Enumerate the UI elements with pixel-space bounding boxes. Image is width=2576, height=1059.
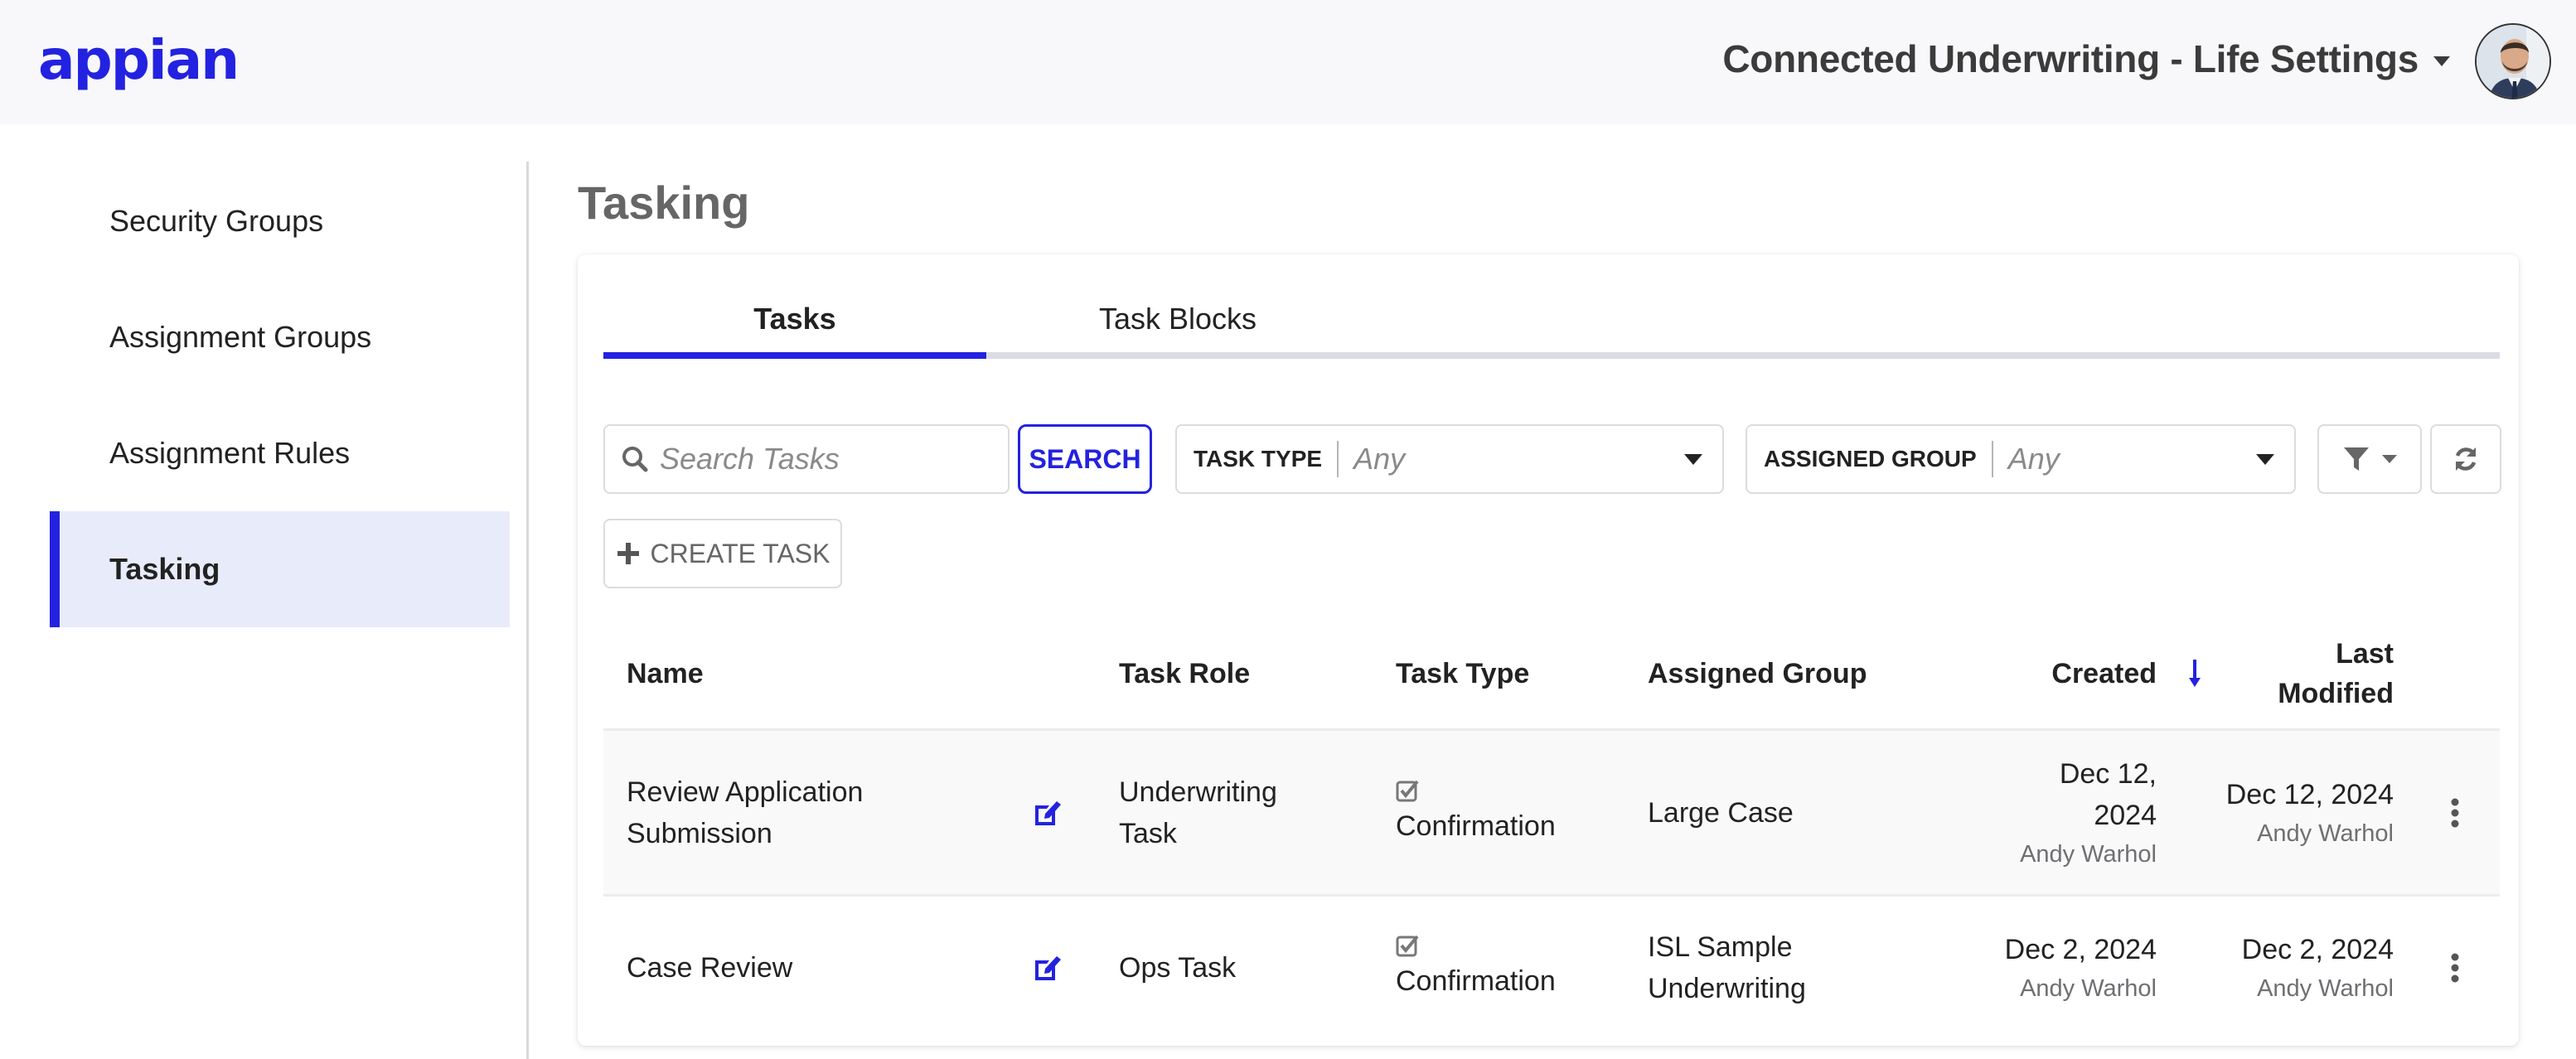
assigned-group-line: ISL Sample: [1648, 931, 1793, 963]
dropdown-separator: [1991, 441, 1993, 477]
last-modified-cell: Dec 2, 2024 Andy Warhol: [2195, 897, 2394, 1039]
tab-bar: Tasks Task Blocks: [603, 286, 2500, 360]
search-button[interactable]: SEARCH: [1018, 424, 1152, 494]
created-date-line: Dec 2, 2024: [2004, 934, 2157, 965]
column-header-line: Modified: [2278, 678, 2394, 709]
row-actions-menu-icon[interactable]: [2450, 897, 2460, 1039]
assigned-group-line: Underwriting: [1648, 973, 1806, 1004]
column-header-task-type[interactable]: Task Type: [1396, 617, 1529, 731]
sidebar-divider: [526, 162, 529, 1059]
column-header-task-role[interactable]: Task Role: [1119, 617, 1250, 731]
edit-task-icon[interactable]: [1033, 897, 1063, 1039]
top-bar: appian Connected Underwriting - Life Set…: [0, 0, 2576, 124]
assigned-group-label: ASSIGNED GROUP: [1764, 446, 1977, 471]
column-header-name[interactable]: Name: [627, 617, 704, 731]
plus-icon: [617, 543, 639, 564]
active-tab-indicator: [603, 352, 986, 359]
page-title: Tasking: [578, 176, 750, 229]
refresh-icon: [2455, 447, 2477, 471]
user-avatar[interactable]: [2475, 23, 2551, 99]
created-by: Andy Warhol: [2020, 840, 2157, 868]
task-type-dropdown[interactable]: TASK TYPE Any: [1175, 424, 1724, 494]
caret-down-icon: [2256, 453, 2274, 465]
search-icon: [622, 447, 648, 472]
assigned-group-value: Any: [2007, 442, 2060, 476]
task-type-cell: Confirmation: [1396, 731, 1556, 894]
task-type-value: Any: [1353, 442, 1406, 476]
table-row[interactable]: Review Application Submission Underwriti…: [603, 731, 2500, 897]
created-date-line: Dec 12,: [2059, 757, 2157, 790]
edit-task-icon[interactable]: [1033, 731, 1063, 894]
filter-icon: [2344, 447, 2369, 471]
last-modified-cell: Dec 12, 2024 Andy Warhol: [2195, 731, 2394, 894]
tab-task-blocks[interactable]: Task Blocks: [986, 286, 1369, 352]
caret-down-icon: [2433, 56, 2450, 66]
sidebar-item-label: Security Groups: [109, 204, 324, 238]
modified-date: Dec 12, 2024: [2225, 778, 2394, 810]
sidebar-item-assignment-rules[interactable]: Assignment Rules: [50, 395, 510, 511]
sidebar-item-security-groups[interactable]: Security Groups: [50, 163, 510, 279]
sidebar-item-label: Assignment Rules: [109, 436, 351, 470]
task-type-text: Confirmation: [1396, 810, 1556, 842]
task-name-line: Case Review: [627, 952, 793, 984]
app-settings-menu[interactable]: Connected Underwriting - Life Settings: [1722, 36, 2450, 81]
table-header-row: Name Task Role Task Type Assigned Group …: [603, 617, 2500, 731]
appian-logo[interactable]: appian: [38, 23, 240, 98]
created-cell: Dec 2, 2024 Andy Warhol: [1930, 897, 2157, 1039]
task-type-cell: Confirmation: [1396, 897, 1556, 1039]
task-type-label: TASK TYPE: [1194, 446, 1323, 471]
assigned-group-cell: ISL Sample Underwriting: [1648, 897, 1806, 1039]
column-header-last-modified[interactable]: Last Modified: [2195, 617, 2394, 731]
column-header-created[interactable]: Created: [1930, 617, 2157, 731]
created-cell: Dec 12, 2024 Andy Warhol: [1930, 731, 2157, 894]
task-role-line: Underwriting: [1119, 776, 1277, 808]
task-name-cell[interactable]: Case Review: [627, 897, 792, 1039]
assigned-group-cell: Large Case: [1648, 731, 1794, 894]
task-name-cell[interactable]: Review Application Submission: [627, 731, 863, 894]
user-photo-icon: [2477, 25, 2549, 98]
sidebar-item-label: Assignment Groups: [109, 320, 372, 354]
caret-down-icon: [1684, 453, 1702, 465]
sidebar-item-tasking[interactable]: Tasking: [50, 511, 510, 627]
create-task-button[interactable]: CREATE TASK: [603, 519, 842, 588]
row-actions-menu-icon[interactable]: [2450, 731, 2460, 894]
column-header-line: Last: [2336, 638, 2394, 670]
assigned-group-dropdown[interactable]: ASSIGNED GROUP Any: [1746, 424, 2296, 494]
column-header-assigned-group[interactable]: Assigned Group: [1648, 617, 1867, 731]
created-date-line: 2024: [2094, 799, 2157, 831]
caret-down-icon: [2382, 455, 2397, 463]
task-name-line: Review Application: [627, 776, 864, 808]
checkbox-checked-icon: [1396, 935, 1419, 957]
app-title: Connected Underwriting - Life Settings: [1722, 37, 2419, 80]
filter-menu-button[interactable]: [2317, 424, 2422, 494]
assigned-group-line: Large Case: [1648, 796, 1794, 829]
tasks-table: Name Task Role Task Type Assigned Group …: [603, 617, 2500, 1039]
create-task-label: CREATE TASK: [650, 538, 830, 568]
sidebar-item-label: Tasking: [109, 552, 220, 586]
task-role-cell: Ops Task: [1119, 897, 1236, 1039]
tab-label: Tasks: [753, 302, 836, 336]
table-row[interactable]: Case Review Ops Task Confirmation ISL Sa: [603, 897, 2500, 1039]
task-role-line: Ops Task: [1119, 952, 1237, 984]
checkbox-checked-icon: [1396, 780, 1419, 801]
task-name-line: Submission: [627, 817, 772, 849]
modified-date: Dec 2, 2024: [2241, 934, 2394, 965]
tab-tasks[interactable]: Tasks: [603, 286, 986, 352]
search-tasks-field[interactable]: [603, 424, 1010, 494]
dropdown-separator: [1337, 441, 1339, 477]
task-role-cell: Underwriting Task: [1119, 731, 1277, 894]
refresh-button[interactable]: [2430, 424, 2501, 494]
modified-by: Andy Warhol: [2257, 820, 2394, 847]
sidebar-nav: Security Groups Assignment Groups Assign…: [0, 124, 527, 1059]
task-type-text: Confirmation: [1396, 965, 1556, 997]
tab-label: Task Blocks: [1098, 302, 1257, 336]
task-role-line: Task: [1119, 817, 1177, 849]
tasking-card: Tasks Task Blocks SEARCH TASK TYPE Any A…: [578, 254, 2519, 1046]
search-input[interactable]: [660, 442, 991, 476]
sidebar-item-assignment-groups[interactable]: Assignment Groups: [50, 279, 510, 395]
created-by: Andy Warhol: [2020, 975, 2157, 1002]
modified-by: Andy Warhol: [2257, 975, 2394, 1002]
